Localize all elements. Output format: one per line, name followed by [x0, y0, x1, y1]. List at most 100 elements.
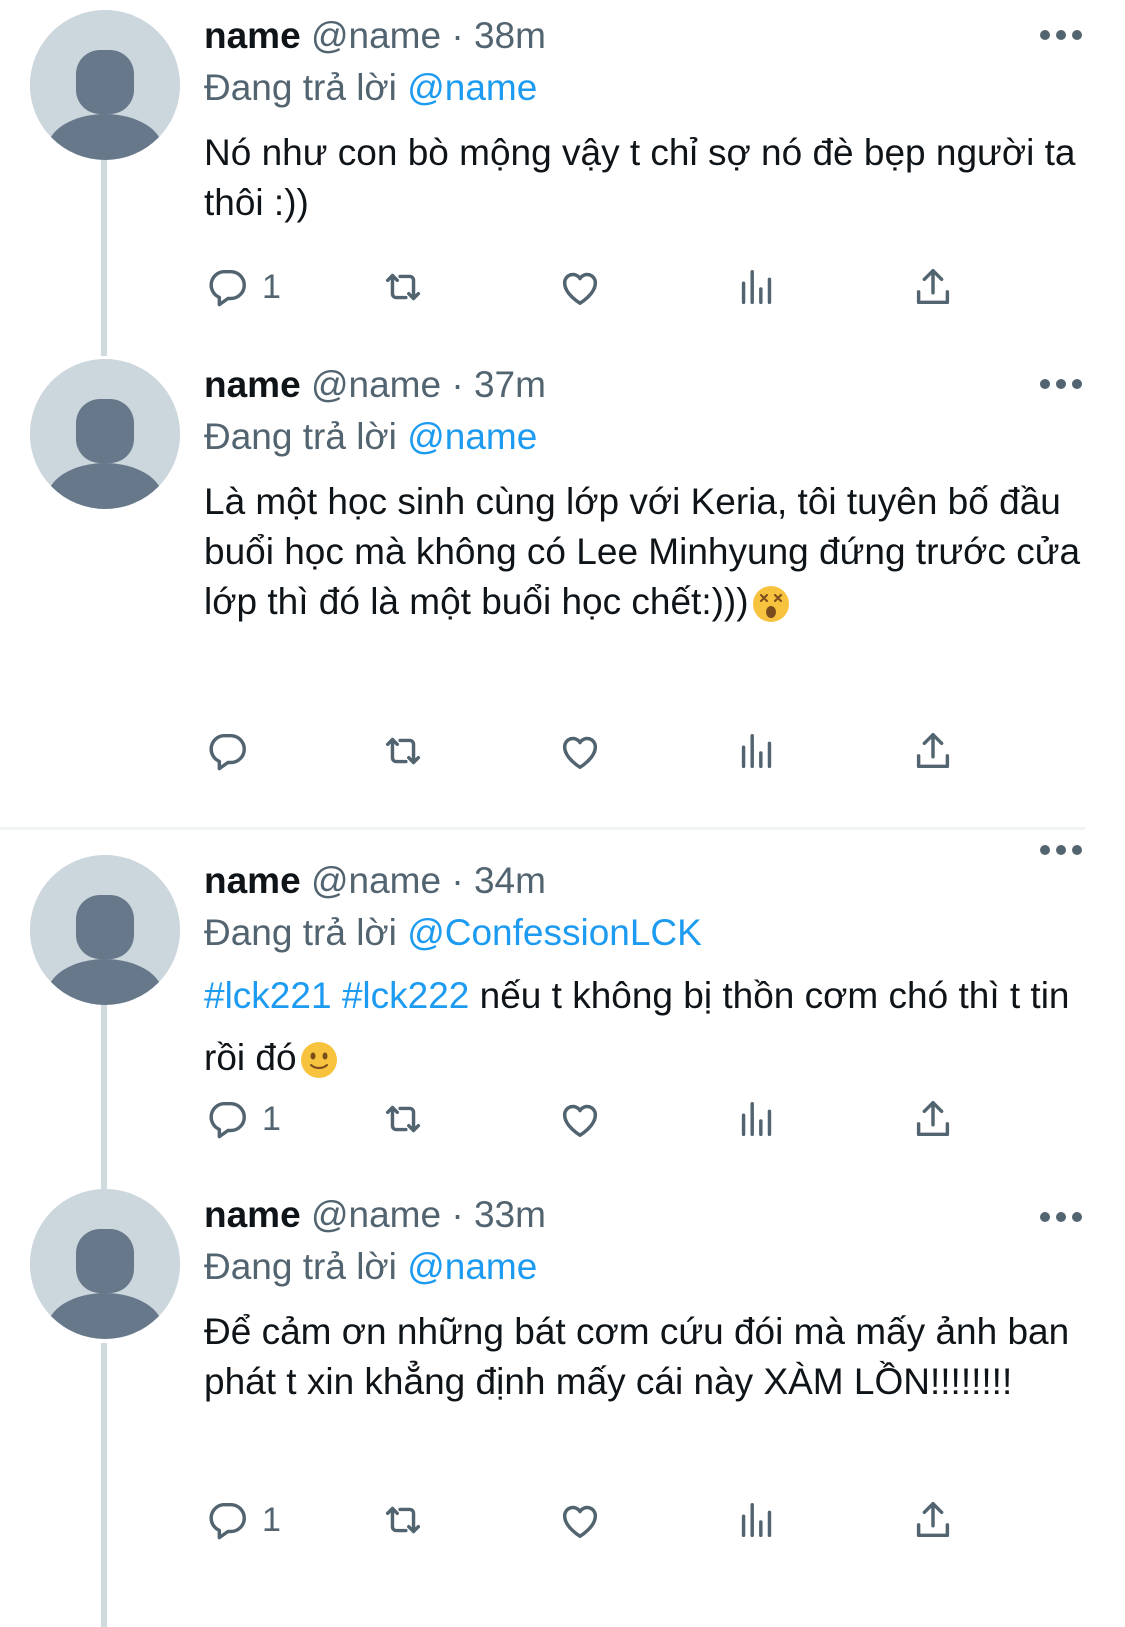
more-icon[interactable] [1037, 840, 1085, 860]
default-avatar-icon [30, 1189, 180, 1339]
replying-to: Đang trả lời @ConfessionLCK [204, 907, 1085, 959]
replying-to-label: Đang trả lời [204, 416, 397, 457]
tweet-actions: 1 [204, 262, 984, 312]
share-button[interactable] [910, 1495, 956, 1545]
slight-smile-emoji [300, 1042, 337, 1079]
hashtag-link[interactable]: #lck221 [204, 975, 332, 1016]
views-button[interactable] [734, 726, 780, 776]
retweet-icon [385, 737, 421, 765]
share-button[interactable] [910, 726, 956, 776]
share-button[interactable] [910, 1094, 956, 1144]
tweet-actions: 1 [204, 1094, 984, 1144]
separator-dot: · [451, 364, 464, 405]
user-handle[interactable]: @name [311, 364, 441, 405]
views-button[interactable] [734, 262, 780, 312]
share-icon [916, 268, 950, 305]
reply-button[interactable]: 1 [204, 262, 281, 312]
user-handle[interactable]: @name [311, 15, 441, 56]
reply-mention-link[interactable]: @ConfessionLCK [407, 912, 702, 953]
like-button[interactable] [557, 262, 603, 312]
replying-to-label: Đang trả lời [204, 67, 397, 108]
retweet-button[interactable] [380, 1495, 426, 1545]
timestamp[interactable]: 33m [474, 1194, 546, 1235]
avatar[interactable] [30, 359, 180, 509]
like-icon [562, 1104, 598, 1138]
retweet-icon [385, 1506, 421, 1534]
replying-to-label: Đang trả lời [204, 912, 397, 953]
more-icon[interactable] [1037, 25, 1085, 45]
tweet-header: name @name · 38m [204, 10, 1085, 62]
replying-to: Đang trả lời @name [204, 62, 1085, 114]
replying-to: Đang trả lời @name [204, 1241, 1085, 1293]
views-icon [741, 733, 772, 769]
avatar[interactable] [30, 855, 180, 1005]
more-icon[interactable] [1037, 374, 1085, 394]
views-button[interactable] [734, 1094, 780, 1144]
share-icon [916, 1501, 950, 1538]
timestamp[interactable]: 37m [474, 364, 546, 405]
tweet[interactable]: name @name · 33m Đang trả lời @name Để c… [0, 1172, 1125, 1627]
reply-button[interactable] [204, 726, 262, 776]
user-handle[interactable]: @name [311, 860, 441, 901]
like-button[interactable] [557, 1495, 603, 1545]
user-handle[interactable]: @name [311, 1194, 441, 1235]
tweet-actions: 1 [204, 1495, 984, 1545]
display-name[interactable]: name [204, 1194, 301, 1235]
tweet[interactable]: name @name · 37m Đang trả lời @name Là m… [0, 350, 1125, 800]
tweet-text: Là một học sinh cùng lớp với Keria, tôi … [204, 477, 1085, 627]
retweet-button[interactable] [380, 1094, 426, 1144]
tweet[interactable]: name @name · 38m Đang trả lời @name Nó n… [0, 0, 1125, 350]
share-icon [916, 1100, 950, 1137]
tweet-text-content: Là một học sinh cùng lớp với Keria, tôi … [204, 481, 1081, 622]
avatar[interactable] [30, 10, 180, 160]
tweet-header: name @name · 34m [204, 855, 1085, 907]
reply-button[interactable]: 1 [204, 1495, 281, 1545]
tweet-actions [204, 726, 984, 776]
reply-icon [209, 733, 246, 771]
more-icon[interactable] [1037, 1207, 1085, 1227]
reply-mention-link[interactable]: @name [407, 67, 537, 108]
share-button[interactable] [910, 262, 956, 312]
separator-dot: · [451, 860, 464, 901]
timestamp[interactable]: 38m [474, 15, 546, 56]
views-icon [741, 1502, 772, 1538]
tweet-divider [0, 827, 1085, 830]
reply-button[interactable]: 1 [204, 1094, 281, 1144]
tweet[interactable]: name @name · 34m Đang trả lời @Confessio… [0, 832, 1125, 1172]
default-avatar-icon [30, 359, 180, 509]
tweet-text: Để cảm ơn những bát cơm cứu đói mà mấy ả… [204, 1311, 1070, 1402]
default-avatar-icon [30, 10, 180, 160]
reply-mention-link[interactable]: @name [407, 1246, 537, 1287]
reply-icon [209, 269, 246, 307]
reply-count: 1 [262, 1500, 281, 1539]
default-avatar-icon [30, 855, 180, 1005]
avatar[interactable] [30, 1189, 180, 1339]
timestamp[interactable]: 34m [474, 860, 546, 901]
separator-dot: · [451, 1194, 464, 1235]
display-name[interactable]: name [204, 15, 301, 56]
like-button[interactable] [557, 726, 603, 776]
reply-mention-link[interactable]: @name [407, 416, 537, 457]
views-button[interactable] [734, 1495, 780, 1545]
hashtag-link[interactable]: #lck222 [342, 975, 470, 1016]
tweet-text: Nó như con bò mộng vậy t chỉ sợ nó đè bẹ… [204, 132, 1076, 223]
display-name[interactable]: name [204, 860, 301, 901]
tweet-header: name @name · 37m [204, 359, 1085, 411]
views-icon [741, 269, 772, 305]
reply-count: 1 [262, 1099, 281, 1138]
tweet-header: name @name · 33m [204, 1189, 1085, 1241]
replying-to-label: Đang trả lời [204, 1246, 397, 1287]
views-icon [741, 1101, 772, 1137]
retweet-button[interactable] [380, 726, 426, 776]
like-icon [562, 272, 598, 306]
like-button[interactable] [557, 1094, 603, 1144]
replying-to: Đang trả lời @name [204, 411, 1085, 463]
retweet-button[interactable] [380, 262, 426, 312]
dizzy-face-emoji [752, 586, 789, 623]
display-name[interactable]: name [204, 364, 301, 405]
reply-count: 1 [262, 267, 281, 306]
tweet-text: #lck221 #lck222 nếu t không bị thồn cơm … [204, 965, 1085, 1089]
retweet-icon [385, 1105, 421, 1133]
share-icon [916, 732, 950, 769]
like-icon [562, 736, 598, 770]
